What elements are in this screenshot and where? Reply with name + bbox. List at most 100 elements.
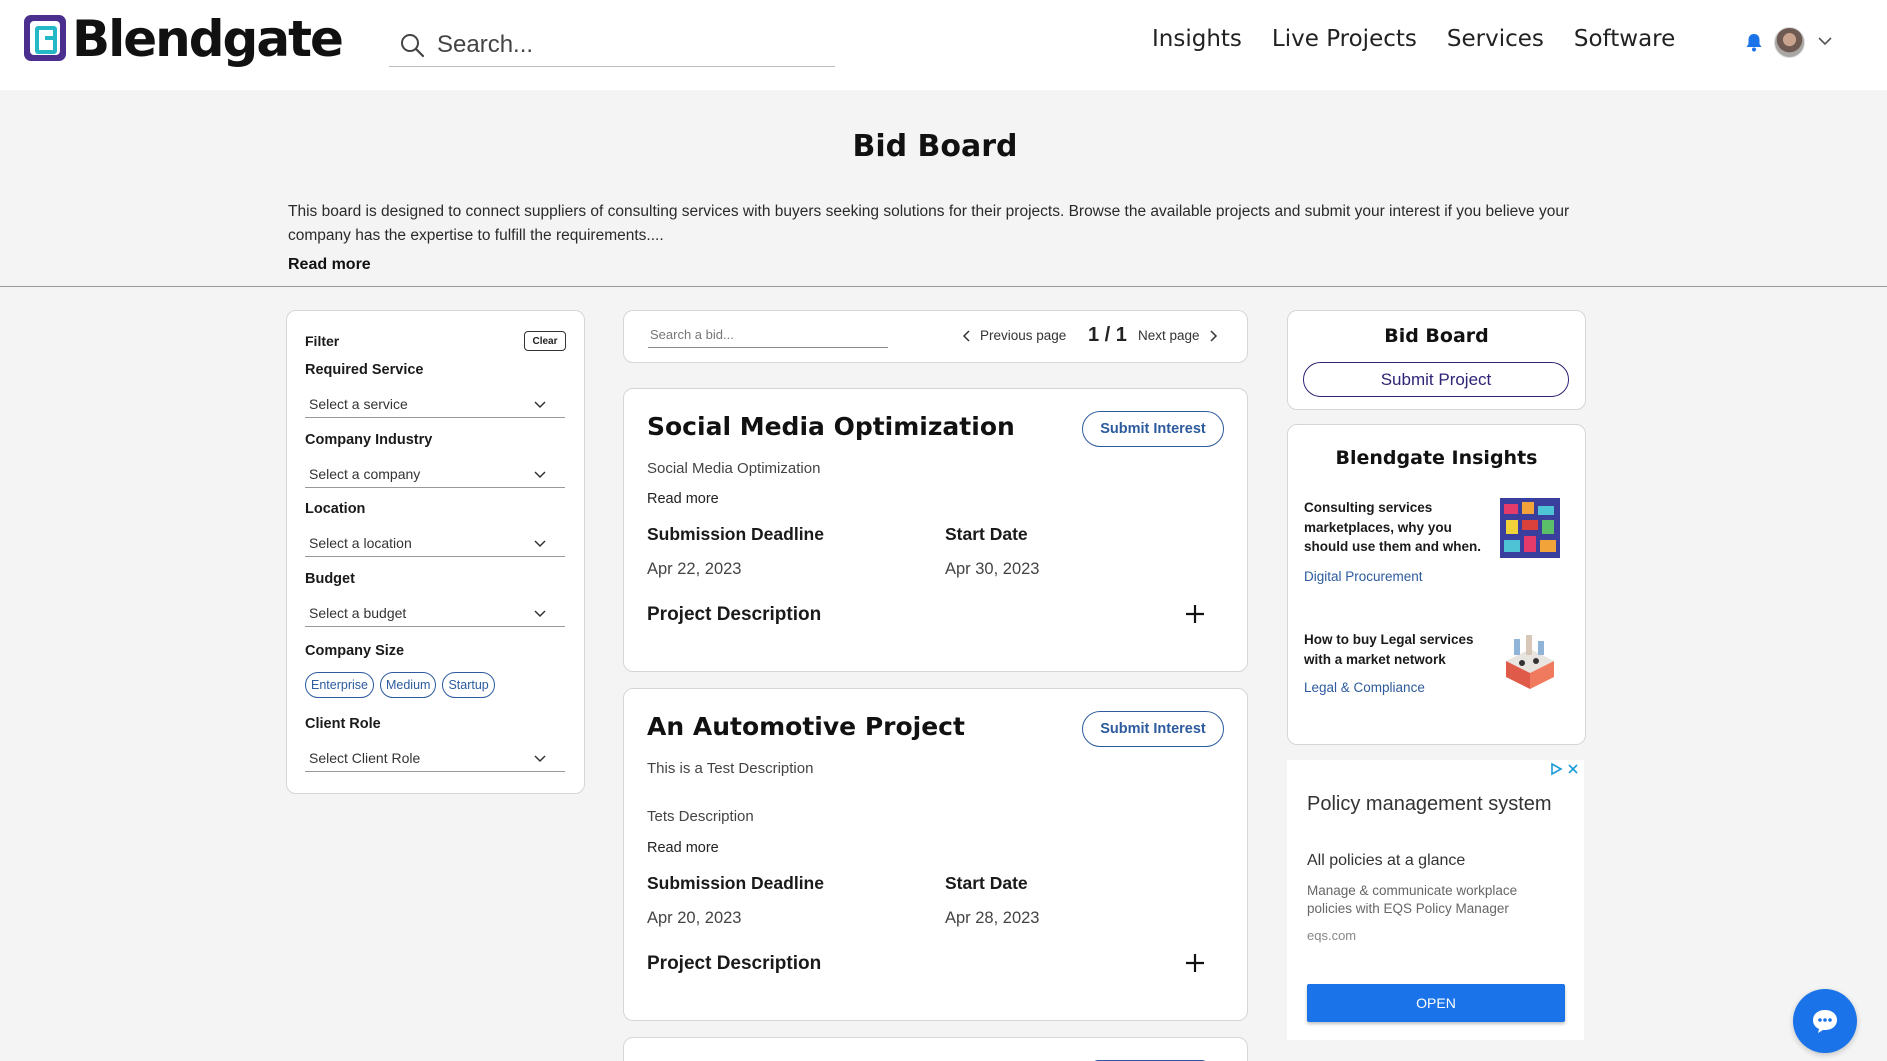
submit-project-card: Bid Board Submit Project [1287,310,1586,410]
submission-deadline-value: Apr 22, 2023 [647,560,742,578]
required-service-select[interactable]: Select a service [305,388,565,418]
insight-tag[interactable]: Legal & Compliance [1304,680,1425,695]
company-industry-select[interactable]: Select a company [305,458,565,488]
insights-heading: Blendgate Insights [1335,447,1538,469]
nav-software[interactable]: Software [1574,26,1675,52]
project-title: Social Media Optimization [647,412,1015,441]
chevron-left-icon [962,329,970,342]
insight-thumbnail[interactable] [1500,498,1560,558]
project-subtitle: Social Media Optimization [647,460,821,477]
previous-page-label: Previous page [980,328,1067,343]
location-value: Select a location [309,535,412,551]
client-role-label: Client Role [305,716,381,732]
nav-live-projects[interactable]: Live Projects [1272,26,1417,52]
filter-title: Filter [305,333,340,349]
budget-label: Budget [305,571,355,587]
plus-icon[interactable] [1184,952,1206,974]
start-date-value: Apr 28, 2023 [945,909,1040,927]
intro-text: This board is designed to connect suppli… [288,203,1570,244]
project-read-more-link[interactable]: Read more [647,491,719,507]
project-description-label: Project Description [647,604,822,625]
location-select[interactable]: Select a location [305,527,565,557]
required-service-label: Required Service [305,362,424,378]
chip-enterprise[interactable]: Enterprise [305,672,374,698]
previous-page-button[interactable]: Previous page [962,328,1066,343]
insights-card: Blendgate Insights Consulting services m… [1287,424,1586,745]
project-description-label: Project Description [647,953,822,974]
chevron-down-icon [534,755,546,763]
submit-interest-button[interactable]: Submit Interest [1082,411,1224,447]
submission-deadline-value: Apr 20, 2023 [647,909,742,927]
project-card [623,1037,1248,1061]
project-card: Social Media Optimization Submit Interes… [623,388,1248,672]
start-date-value: Apr 30, 2023 [945,560,1040,578]
project-extra-description: Tets Description [647,808,754,825]
project-subtitle: This is a Test Description [647,760,814,777]
start-date-label: Start Date [945,873,1028,893]
chat-button[interactable] [1793,989,1857,1053]
plus-icon[interactable] [1184,603,1206,625]
required-service-value: Select a service [309,396,408,412]
insight-title-link[interactable]: How to buy Legal services with a market … [1304,630,1494,669]
chevron-down-icon [534,610,546,618]
submission-deadline-label: Submission Deadline [647,873,824,893]
chip-medium[interactable]: Medium [379,672,437,698]
chevron-right-icon [1210,329,1217,342]
logo[interactable]: Blendgate [23,10,344,68]
location-label: Location [305,501,366,517]
project-read-more-link[interactable]: Read more [647,840,719,856]
ad-domain[interactable]: eqs.com [1307,928,1356,943]
client-role-select[interactable]: Select Client Role [305,742,565,772]
insight-thumbnail[interactable] [1500,631,1560,691]
filter-panel: Filter Clear Required Service Select a s… [286,310,585,794]
bid-board-heading: Bid Board [1384,325,1489,347]
page-title: Bid Board [852,129,1018,164]
close-icon[interactable] [1566,762,1580,776]
company-industry-label: Company Industry [305,432,433,448]
search-icon [401,34,425,58]
budget-select[interactable]: Select a budget [305,597,565,627]
chevron-down-icon [534,471,546,479]
global-search-input[interactable] [437,31,817,59]
logo-text: Blendgate [72,10,344,68]
next-page-button[interactable]: Next page [1138,328,1218,343]
main-nav: Insights Live Projects Services Software [1152,26,1705,52]
global-search [389,24,835,67]
submission-deadline-label: Submission Deadline [647,524,824,544]
bell-icon[interactable] [1745,32,1763,52]
chip-startup[interactable]: Startup [442,672,495,698]
ad-panel: Policy management system All policies at… [1287,760,1584,1040]
ad-title[interactable]: Policy management system [1307,792,1557,817]
insight-title-link[interactable]: Consulting services marketplaces, why yo… [1304,498,1494,557]
avatar[interactable] [1774,27,1805,58]
company-size-label: Company Size [305,643,405,659]
budget-value: Select a budget [309,605,407,621]
intro-read-more-link[interactable]: Read more [288,256,371,274]
bid-search-input[interactable] [648,324,888,344]
ad-choices-icon[interactable] [1549,762,1563,776]
chevron-down-icon[interactable] [1817,34,1833,48]
ad-controls [1549,762,1580,776]
nav-insights[interactable]: Insights [1152,26,1242,52]
start-date-label: Start Date [945,524,1028,544]
insight-tag[interactable]: Digital Procurement [1304,569,1423,584]
chevron-down-icon [534,540,546,548]
bid-toolbar: Previous page 1 / 1 Next page [623,310,1248,363]
submit-project-button[interactable]: Submit Project [1303,362,1569,397]
chat-icon [1813,1010,1837,1033]
ad-description: Manage & communicate workplace policies … [1307,883,1518,916]
bid-search [648,324,888,348]
clear-filters-button[interactable]: Clear [524,331,566,351]
submit-interest-button[interactable]: Submit Interest [1082,711,1224,747]
ad-open-button[interactable]: OPEN [1307,984,1565,1022]
page-indicator: 1 / 1 [1088,324,1127,346]
company-size-chips: Enterprise Medium Startup [305,672,501,698]
divider [0,286,1887,287]
company-industry-value: Select a company [309,466,421,482]
client-role-value: Select Client Role [309,750,421,766]
ad-subtitle: All policies at a glance [1307,852,1466,869]
project-card: An Automotive Project Submit Interest Th… [623,688,1248,1021]
next-page-label: Next page [1138,328,1200,343]
logo-mark-icon [24,15,66,61]
nav-services[interactable]: Services [1447,26,1544,52]
